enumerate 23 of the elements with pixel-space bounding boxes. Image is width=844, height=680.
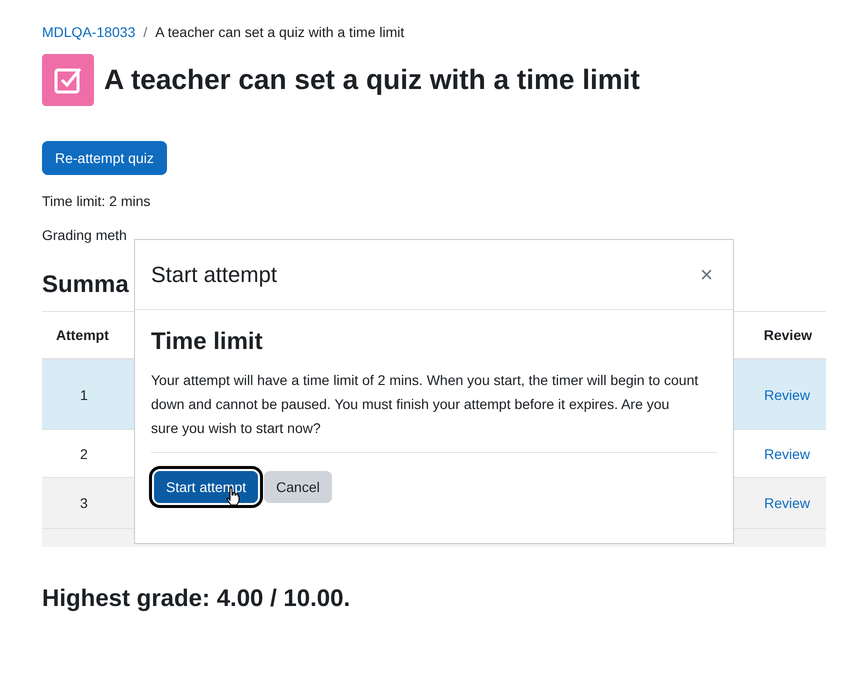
- column-header: Attempt: [56, 327, 109, 343]
- dialog-title: Start attempt: [151, 262, 277, 288]
- review-link[interactable]: Review: [764, 446, 810, 462]
- summary-heading: Summa: [42, 271, 129, 299]
- attempt-number: 1: [80, 386, 88, 402]
- attempt-number: 3: [80, 495, 88, 511]
- breadcrumb-link[interactable]: MDLQA-18033: [42, 24, 136, 40]
- quiz-info-text: Grading meth: [42, 227, 128, 243]
- quiz-icon: [42, 54, 94, 106]
- review-link[interactable]: Review: [764, 495, 810, 511]
- breadcrumb-current: A teacher can set a quiz with a time limit: [155, 24, 404, 40]
- page-title: A teacher can set a quiz with a time limit: [104, 64, 640, 96]
- highest-grade: Highest grade: 4.00 / 10.00.: [42, 585, 352, 613]
- breadcrumb-separator: /: [143, 24, 148, 40]
- close-button[interactable]: ×: [696, 262, 717, 288]
- cancel-button[interactable]: Cancel: [264, 471, 332, 503]
- dialog-message: Your attempt will have a time limit of 2 mins. When you start, the timer will begin to count down and cannot be paused. You must finish your attempt before it expires. Are you sure you wish to start now?: [151, 371, 699, 438]
- column-header: Review: [764, 327, 812, 343]
- review-link[interactable]: Review: [764, 386, 810, 402]
- attempt-number: 2: [80, 446, 88, 462]
- reattempt-quiz-button[interactable]: Re-attempt quiz: [42, 141, 167, 175]
- dialog-heading: Time limit: [151, 328, 264, 356]
- quiz-info-text: Time limit: 2 mins: [42, 193, 152, 209]
